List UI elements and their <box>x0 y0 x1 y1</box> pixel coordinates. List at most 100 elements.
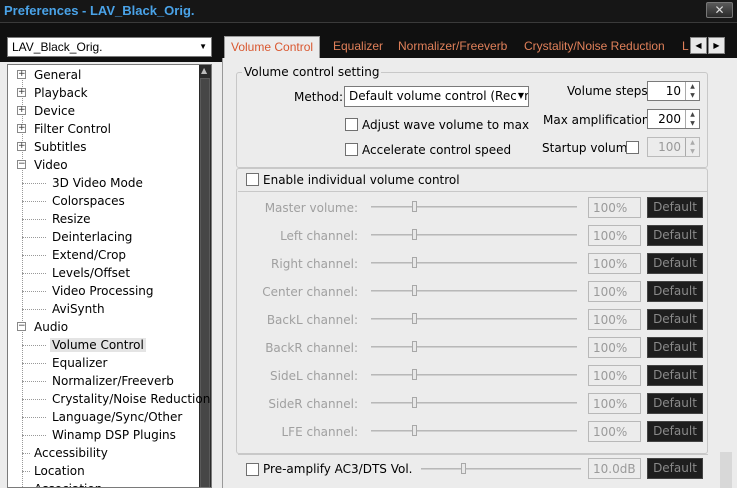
tree-item[interactable]: Winamp DSP Plugins <box>50 426 178 444</box>
channel-slider-thumb[interactable] <box>412 341 418 352</box>
tree-item[interactable]: Video <box>32 156 70 174</box>
channel-slider-track[interactable] <box>371 346 577 348</box>
expand-icon[interactable]: + <box>17 106 26 115</box>
channel-slider-thumb[interactable] <box>412 369 418 380</box>
tree-item-label: Volume Control <box>50 338 146 352</box>
tree-item-label: Extend/Crop <box>52 248 127 262</box>
tree-item[interactable]: Video Processing <box>50 282 156 300</box>
channel-slider-thumb[interactable] <box>412 257 418 268</box>
method-select[interactable]: Default volume control (Recor ▼ <box>344 86 529 107</box>
tree-scrollbar[interactable]: ▲ <box>199 65 211 487</box>
collapse-icon[interactable]: − <box>17 322 26 331</box>
tree-item[interactable]: Normalizer/Freeverb <box>50 372 176 390</box>
channel-slider-track[interactable] <box>371 402 577 404</box>
channel-slider-thumb[interactable] <box>412 201 418 212</box>
spin-up-icon[interactable]: ▲ <box>686 82 699 91</box>
tree-item[interactable]: Language/Sync/Other <box>50 408 184 426</box>
tree-item[interactable]: Volume Control <box>50 336 146 354</box>
channel-slider-track[interactable] <box>371 374 577 376</box>
expand-icon[interactable]: + <box>17 88 26 97</box>
channel-default-button[interactable]: Default <box>647 253 703 274</box>
max-amp-spinner[interactable]: 200 ▲ ▼ <box>647 109 700 129</box>
tree-item-label: Equalizer <box>52 356 108 370</box>
collapse-icon[interactable]: − <box>17 160 26 169</box>
tree-item[interactable]: 3D Video Mode <box>50 174 145 192</box>
tree-item[interactable]: Deinterlacing <box>50 228 134 246</box>
tree-item[interactable]: Levels/Offset <box>50 264 132 282</box>
expand-icon[interactable]: + <box>17 142 26 151</box>
tree-item[interactable]: Association <box>32 480 104 487</box>
tree-connector <box>22 183 46 184</box>
expand-icon[interactable]: + <box>17 70 26 79</box>
channel-slider-track[interactable] <box>371 206 577 208</box>
tree-connector <box>22 291 46 292</box>
tree-item[interactable]: Playback <box>32 84 90 102</box>
channel-default-button[interactable]: Default <box>647 393 703 414</box>
close-button[interactable]: ✕ <box>706 2 733 18</box>
channel-slider-track[interactable] <box>371 290 577 292</box>
adjust-wave-checkbox[interactable] <box>345 118 358 131</box>
channel-default-button[interactable]: Default <box>647 197 703 218</box>
enable-individual-checkbox[interactable] <box>246 173 259 186</box>
channel-default-button[interactable]: Default <box>647 309 703 330</box>
channel-slider-track[interactable] <box>371 318 577 320</box>
channel-value: 100% <box>588 197 641 218</box>
channel-slider-thumb[interactable] <box>412 313 418 324</box>
spin-up-icon[interactable]: ▲ <box>686 110 699 119</box>
tree-item[interactable]: AviSynth <box>50 300 107 318</box>
tree-item[interactable]: Extend/Crop <box>50 246 128 264</box>
spin-up-icon[interactable]: ▲ <box>686 138 699 147</box>
tab-crystality-noise-reduction[interactable]: Crystality/Noise Reduction <box>524 36 665 58</box>
channel-default-button[interactable]: Default <box>647 225 703 246</box>
expand-icon[interactable]: + <box>17 124 26 133</box>
tab-prev-button[interactable]: ◀ <box>690 37 707 54</box>
channel-value: 100% <box>588 393 641 414</box>
tree-item[interactable]: Crystality/Noise Reduction <box>50 390 211 408</box>
channel-slider-track[interactable] <box>371 262 577 264</box>
panel-scrollbar[interactable] <box>720 452 732 488</box>
preset-select[interactable]: LAV_Black_Orig. ▼ <box>7 37 212 57</box>
startup-volume-spinner[interactable]: 100 ▲ ▼ <box>647 137 700 157</box>
channel-default-button[interactable]: Default <box>647 337 703 358</box>
channel-default-button[interactable]: Default <box>647 281 703 302</box>
channel-slider-track[interactable] <box>371 234 577 236</box>
tree-item[interactable]: Device <box>32 102 77 120</box>
tree-item[interactable]: Resize <box>50 210 92 228</box>
channel-slider-thumb[interactable] <box>412 425 418 436</box>
startup-volume-checkbox[interactable] <box>626 141 639 154</box>
tab-next-button[interactable]: ▶ <box>708 37 725 54</box>
preamp-slider-thumb[interactable] <box>461 463 466 474</box>
accelerate-checkbox[interactable] <box>345 143 358 156</box>
tree-item[interactable]: Accessibility <box>32 444 110 462</box>
channel-default-button[interactable]: Default <box>647 421 703 442</box>
tab-equalizer[interactable]: Equalizer <box>333 36 383 58</box>
volume-steps-spinner[interactable]: 10 ▲ ▼ <box>647 81 700 101</box>
tree-item[interactable]: Location <box>32 462 87 480</box>
channel-default-button[interactable]: Default <box>647 365 703 386</box>
arrow-left-icon: ◀ <box>695 41 702 50</box>
channel-slider-thumb[interactable] <box>412 397 418 408</box>
spin-down-icon[interactable]: ▼ <box>686 147 699 156</box>
scroll-thumb[interactable] <box>200 78 210 487</box>
category-tree[interactable]: ▲ General + Playback + Device + Filter Control… <box>7 64 212 488</box>
spin-down-icon[interactable]: ▼ <box>686 91 699 100</box>
tab-normalizer-freeverb[interactable]: Normalizer/Freeverb <box>398 36 507 58</box>
tree-item[interactable]: Audio <box>32 318 70 336</box>
tree-item[interactable]: Filter Control <box>32 120 113 138</box>
tree-item[interactable]: Subtitles <box>32 138 89 156</box>
accelerate-label: Accelerate control speed <box>362 143 512 157</box>
scroll-up-icon[interactable]: ▲ <box>201 66 207 75</box>
preamp-default-button[interactable]: Default <box>647 458 703 479</box>
tab-l[interactable]: L <box>682 36 689 58</box>
tree-item[interactable]: Equalizer <box>50 354 109 372</box>
tab-volume-control[interactable]: Volume Control <box>224 36 321 58</box>
preamp-checkbox[interactable] <box>246 463 259 476</box>
tree-item[interactable]: General <box>32 66 83 84</box>
tree-item-label: Deinterlacing <box>52 230 133 244</box>
channel-slider-thumb[interactable] <box>412 229 418 240</box>
spin-down-icon[interactable]: ▼ <box>686 119 699 128</box>
tree-item[interactable]: Colorspaces <box>50 192 127 210</box>
channel-slider-track[interactable] <box>371 430 577 432</box>
channel-slider-thumb[interactable] <box>412 285 418 296</box>
preamp-slider-track[interactable] <box>421 468 581 470</box>
